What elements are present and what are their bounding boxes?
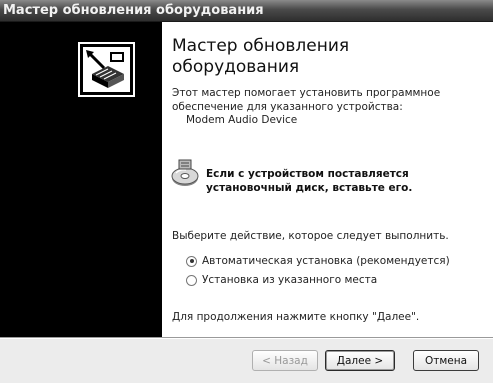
intro-text: Этот мастер помогает установить программ… — [172, 87, 441, 113]
next-button[interactable]: Далее > — [325, 350, 395, 371]
continue-hint: Для продолжения нажмите кнопку "Далее". — [172, 311, 420, 323]
wizard-side-panel — [0, 22, 162, 337]
back-button[interactable]: < Назад — [252, 350, 318, 371]
radio-label-location[interactable]: Установка из указанного места — [202, 274, 377, 286]
hardware-wizard-icon — [78, 42, 135, 97]
title-bar: Мастер обновления оборудования — [0, 0, 493, 22]
cancel-button[interactable]: Отмена — [413, 350, 479, 371]
wizard-content: Мастер обновления оборудования Этот маст… — [162, 22, 493, 337]
radio-install-from-location[interactable]: Установка из указанного места — [186, 272, 377, 288]
insert-disc-note: Если с устройством поставляется установо… — [206, 168, 413, 194]
radio-automatic-install[interactable]: Автоматическая установка (рекомендуется) — [186, 253, 450, 269]
action-prompt: Выберите действие, которое следует выпол… — [172, 230, 449, 242]
radio-button-checked[interactable] — [186, 255, 197, 267]
radio-button-unchecked[interactable] — [186, 274, 197, 286]
button-bar: < Назад Далее > Отмена — [0, 339, 493, 383]
cd-disc-icon — [170, 158, 200, 188]
window-title: Мастер обновления оборудования — [3, 3, 264, 18]
device-name: Modem Audio Device — [186, 114, 298, 126]
radio-label-automatic[interactable]: Автоматическая установка (рекомендуется) — [202, 255, 450, 267]
page-title: Мастер обновления оборудования — [172, 36, 350, 77]
